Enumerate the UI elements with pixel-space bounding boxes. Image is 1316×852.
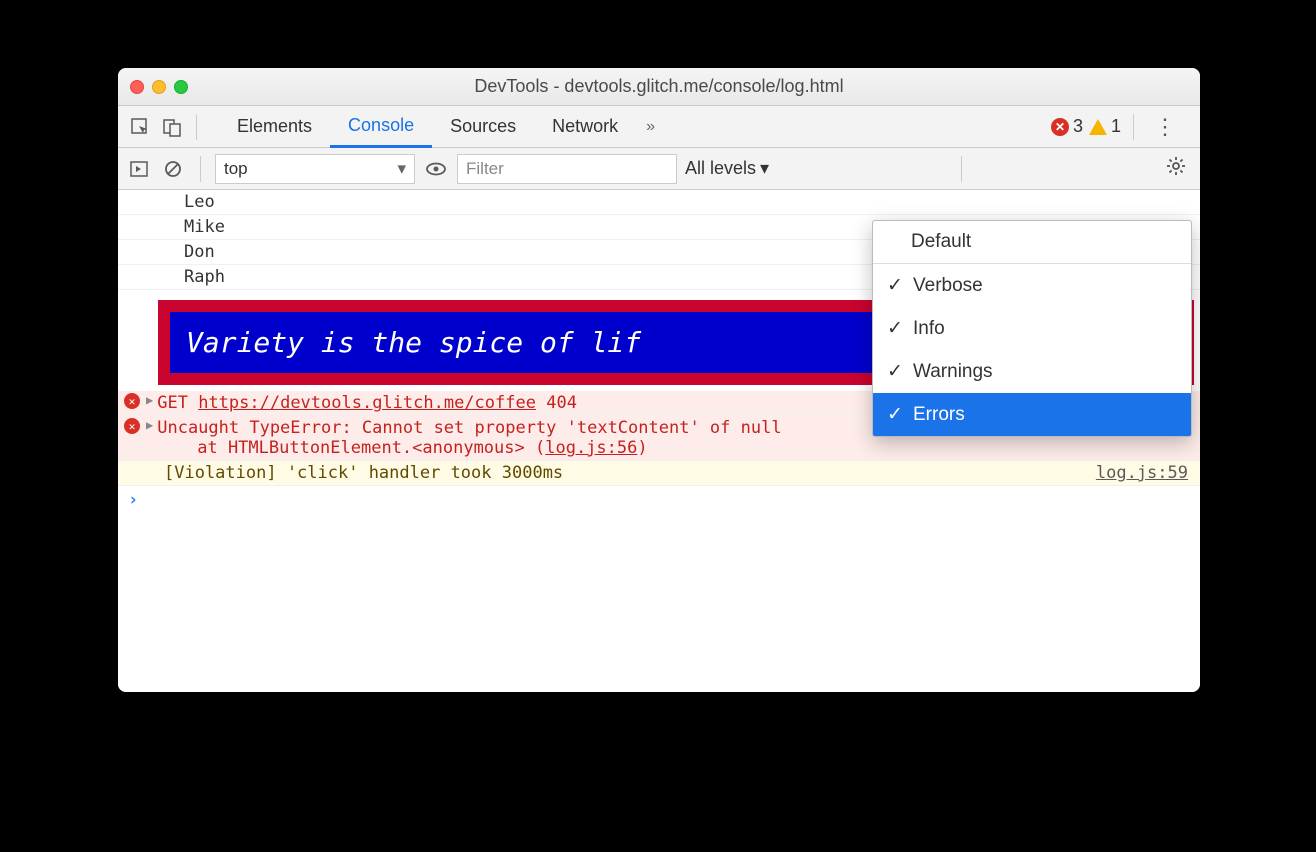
dropdown-item-errors[interactable]: ✓ Errors [873, 393, 1191, 436]
request-url[interactable]: https://devtools.glitch.me/coffee [198, 393, 536, 413]
dropdown-item-info[interactable]: ✓ Info [873, 307, 1191, 350]
dropdown-label: Warnings [913, 361, 993, 383]
dropdown-label: Errors [913, 404, 965, 426]
separator [196, 114, 197, 140]
clear-console-icon[interactable] [160, 156, 186, 182]
traffic-lights [130, 80, 188, 94]
dropdown-label: Info [913, 318, 945, 340]
warning-count: 1 [1111, 116, 1121, 137]
settings-menu-icon[interactable]: ⋮ [1146, 114, 1184, 140]
error-icon: ✕ [124, 393, 140, 409]
console-prompt[interactable]: › [118, 486, 1200, 514]
tab-sources[interactable]: Sources [432, 106, 534, 148]
minimize-icon[interactable] [152, 80, 166, 94]
log-tree-item: Leo [118, 190, 1200, 215]
error-line1: Uncaught TypeError: Cannot set property … [157, 418, 781, 438]
tab-network[interactable]: Network [534, 106, 636, 148]
stack-source-link[interactable]: log.js:56 [545, 438, 637, 458]
tab-console[interactable]: Console [330, 106, 432, 148]
log-text: Leo [184, 192, 1194, 212]
more-tabs-button[interactable]: » [636, 106, 665, 148]
warning-icon [1089, 119, 1107, 135]
warning-count-badge[interactable]: 1 [1089, 116, 1121, 137]
device-toggle-icon[interactable] [158, 113, 186, 141]
check-icon: ✓ [887, 317, 903, 340]
separator [1133, 114, 1134, 140]
levels-label: All levels [685, 158, 756, 179]
console-toolbar: top All levels ▾ [118, 148, 1200, 190]
error-icon: ✕ [124, 418, 140, 434]
stack-suffix: ) [637, 438, 647, 458]
console-settings-icon[interactable] [1160, 156, 1192, 182]
inspect-icon[interactable] [126, 113, 154, 141]
context-selector[interactable]: top [215, 154, 415, 184]
violation-log-row: [Violation] 'click' handler took 3000ms … [118, 461, 1200, 486]
check-icon: ✓ [887, 360, 903, 383]
error-count: 3 [1073, 116, 1083, 137]
check-icon: ✓ [887, 274, 903, 297]
expand-caret-icon[interactable]: ▶ [146, 418, 153, 432]
close-icon[interactable] [130, 80, 144, 94]
window-title: DevTools - devtools.glitch.me/console/lo… [130, 76, 1188, 97]
titlebar: DevTools - devtools.glitch.me/console/lo… [118, 68, 1200, 106]
dropdown-item-verbose[interactable]: ✓ Verbose [873, 264, 1191, 307]
dropdown-label: Default [911, 231, 971, 253]
tab-elements[interactable]: Elements [219, 106, 330, 148]
main-tabbar: Elements Console Sources Network » ✕ 3 1… [118, 106, 1200, 148]
http-status: 404 [546, 393, 577, 413]
live-expression-icon[interactable] [423, 156, 449, 182]
separator [200, 156, 201, 182]
check-icon: ✓ [887, 403, 903, 426]
log-levels-button[interactable]: All levels ▾ [685, 158, 769, 179]
chevron-down-icon: ▾ [760, 158, 769, 179]
dropdown-label: Verbose [913, 275, 983, 297]
source-link[interactable]: log.js:59 [1096, 463, 1194, 483]
panel-tabs: Elements Console Sources Network » [219, 106, 665, 148]
expand-caret-icon[interactable]: ▶ [146, 393, 153, 407]
tabbar-right: ✕ 3 1 ⋮ [1051, 114, 1192, 140]
zoom-icon[interactable] [174, 80, 188, 94]
levels-dropdown: Default ✓ Verbose ✓ Info ✓ Warnings ✓ Er… [872, 220, 1192, 437]
devtools-window: DevTools - devtools.glitch.me/console/lo… [118, 68, 1200, 692]
dropdown-item-default[interactable]: Default [873, 221, 1191, 263]
http-method: GET [157, 393, 188, 413]
context-value: top [224, 159, 248, 179]
error-count-badge[interactable]: ✕ 3 [1051, 116, 1083, 137]
error-icon: ✕ [1051, 118, 1069, 136]
separator [961, 156, 962, 182]
dropdown-item-warnings[interactable]: ✓ Warnings [873, 350, 1191, 393]
sidebar-toggle-icon[interactable] [126, 156, 152, 182]
violation-text: [Violation] 'click' handler took 3000ms [164, 463, 1096, 483]
filter-input[interactable] [457, 154, 677, 184]
stack-prefix: at HTMLButtonElement.<anonymous> ( [197, 438, 545, 458]
